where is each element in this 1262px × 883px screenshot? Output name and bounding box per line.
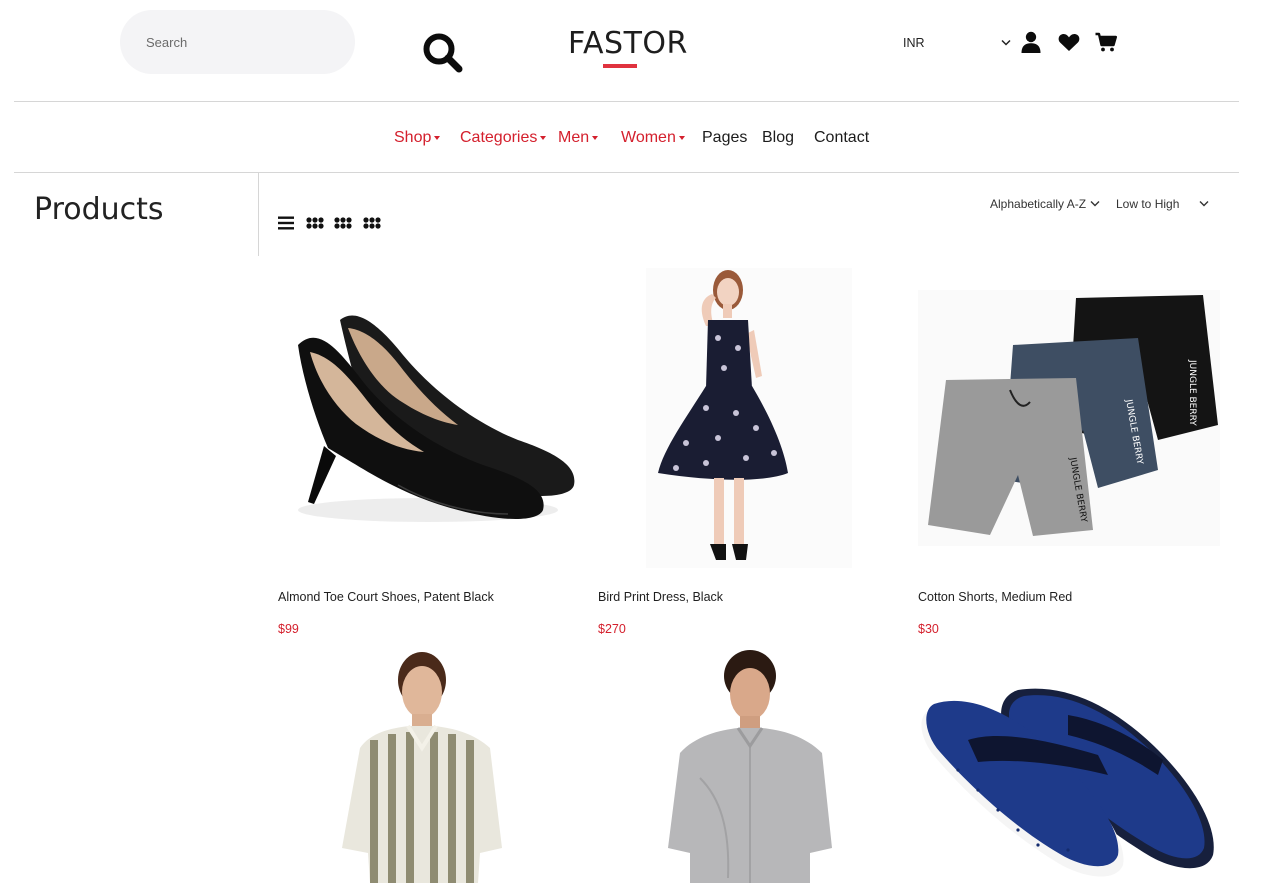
search-box bbox=[120, 10, 463, 74]
nav-pages[interactable]: Pages bbox=[702, 129, 747, 147]
product-image-court-shoes[interactable] bbox=[278, 270, 578, 570]
striped-shirt-image bbox=[342, 652, 502, 883]
user-icon bbox=[1021, 31, 1041, 53]
product-image-cotton-shorts[interactable]: JUNGLE BERRY JUNGLE BERRY JUNGLE BERRY bbox=[918, 290, 1220, 546]
nav-blog-label: Blog bbox=[762, 129, 795, 146]
list-view-icon bbox=[278, 216, 294, 230]
sort-order-label: Alphabetically A-Z bbox=[990, 197, 1087, 211]
svg-text:JUNGLE BERRY: JUNGLE BERRY bbox=[1187, 359, 1197, 426]
nav-women[interactable]: Women bbox=[621, 129, 685, 147]
account-button[interactable] bbox=[1019, 30, 1043, 54]
nav-men[interactable]: Men bbox=[558, 129, 599, 147]
grid-3-icon bbox=[334, 217, 352, 229]
product-image-flip-flops[interactable] bbox=[918, 680, 1220, 883]
nav-contact-label: Contact bbox=[814, 129, 870, 146]
chevron-down-icon bbox=[1001, 39, 1011, 46]
shorts-image: JUNGLE BERRY JUNGLE BERRY JUNGLE BERRY bbox=[918, 290, 1220, 546]
heart-icon bbox=[1058, 34, 1080, 51]
grid-3-view-button[interactable] bbox=[334, 215, 352, 231]
nav-categories[interactable]: Categories bbox=[460, 129, 547, 147]
currency-label: INR bbox=[903, 36, 925, 50]
page-title: Products bbox=[34, 192, 164, 227]
logo-underline bbox=[603, 64, 637, 68]
product-image-bird-print-dress[interactable] bbox=[646, 268, 852, 568]
nav-divider bbox=[14, 172, 1239, 173]
sort-order-select[interactable]: Alphabetically A-Z bbox=[990, 197, 1102, 211]
nav-pages-label: Pages bbox=[702, 129, 748, 146]
grid-4-icon bbox=[363, 217, 381, 229]
product-name[interactable]: Bird Print Dress, Black bbox=[598, 590, 723, 604]
search-input[interactable] bbox=[146, 30, 296, 54]
grid-2-view-button[interactable] bbox=[306, 215, 324, 231]
sort-price-select[interactable]: Low to High bbox=[1116, 197, 1210, 211]
product-name[interactable]: Cotton Shorts, Medium Red bbox=[918, 590, 1072, 604]
cart-icon bbox=[1095, 32, 1117, 52]
flip-flops-image bbox=[921, 688, 1214, 877]
wishlist-button[interactable] bbox=[1057, 30, 1081, 54]
product-price: $30 bbox=[918, 622, 939, 636]
nav-categories-label: Categories bbox=[460, 129, 538, 146]
sort-price-label: Low to High bbox=[1116, 197, 1180, 211]
header-divider bbox=[14, 101, 1239, 102]
list-view-button[interactable] bbox=[278, 215, 294, 231]
chevron-down-icon bbox=[1199, 201, 1209, 207]
caret-down-icon bbox=[592, 136, 599, 140]
nav-blog[interactable]: Blog bbox=[762, 129, 794, 147]
search-icon bbox=[423, 33, 463, 73]
sidebar-divider bbox=[258, 173, 259, 256]
caret-down-icon bbox=[540, 136, 547, 140]
silver-shirt-image bbox=[668, 650, 832, 883]
grid-2-icon bbox=[306, 217, 324, 229]
nav-contact[interactable]: Contact bbox=[814, 129, 869, 147]
search-button[interactable] bbox=[420, 32, 464, 74]
chevron-down-icon bbox=[1090, 201, 1100, 207]
product-name[interactable]: Almond Toe Court Shoes, Patent Black bbox=[278, 590, 494, 604]
nav-shop[interactable]: Shop bbox=[394, 129, 441, 147]
product-price: $99 bbox=[278, 622, 299, 636]
product-price: $270 bbox=[598, 622, 626, 636]
grid-4-view-button[interactable] bbox=[363, 215, 381, 231]
nav-shop-label: Shop bbox=[394, 129, 432, 146]
product-image-striped-shirt[interactable] bbox=[330, 648, 510, 883]
caret-down-icon bbox=[678, 136, 685, 140]
logo-text: FASTOR bbox=[568, 26, 688, 61]
nav-women-label: Women bbox=[621, 129, 676, 146]
product-image-silver-shirt[interactable] bbox=[660, 648, 840, 883]
caret-down-icon bbox=[434, 136, 441, 140]
nav-men-label: Men bbox=[558, 129, 590, 146]
site-logo[interactable]: FASTOR bbox=[568, 24, 688, 68]
cart-button[interactable] bbox=[1094, 30, 1118, 54]
court-shoes-image bbox=[298, 315, 575, 522]
dress-image bbox=[646, 268, 852, 568]
currency-select[interactable]: INR bbox=[903, 36, 1013, 54]
